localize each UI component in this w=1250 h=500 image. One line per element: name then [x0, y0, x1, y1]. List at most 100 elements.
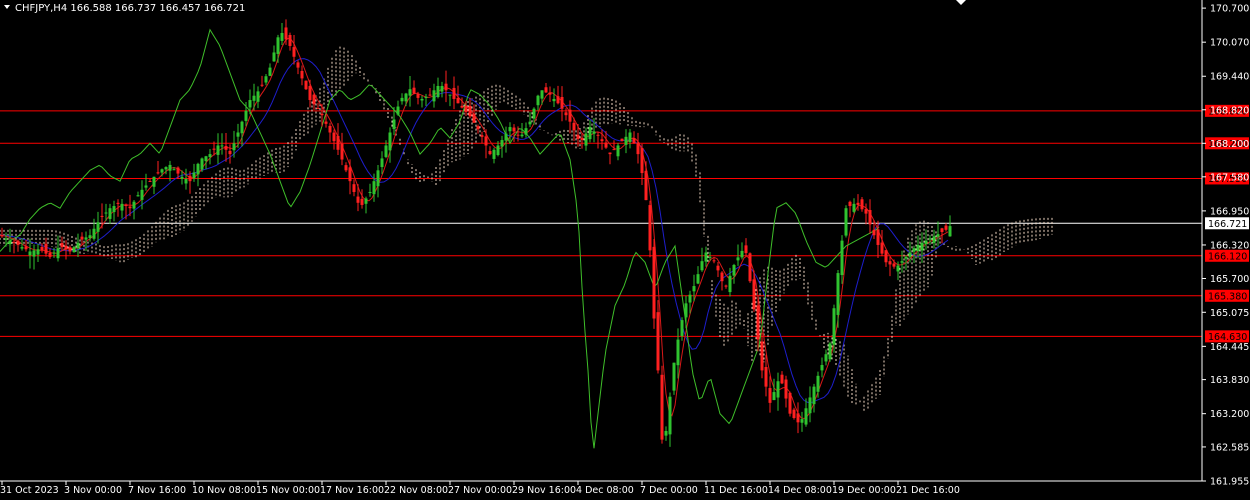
chart-window[interactable]: 168.800 168.200 167.550 166.120 165.380 164.6…	[0, 0, 1250, 500]
indicator-lines	[0, 28, 949, 449]
candle-body	[492, 149, 496, 159]
chart-shift-marker-icon[interactable]	[956, 0, 966, 5]
candle-body	[512, 127, 516, 132]
candle-body	[804, 408, 808, 425]
candle-body	[296, 62, 300, 68]
candle-body	[696, 274, 700, 284]
y-tick-label: 162.585	[1210, 442, 1249, 453]
candle-body	[244, 110, 248, 121]
candle-body	[904, 256, 908, 259]
candle-body	[460, 105, 464, 108]
x-tick-label: 15 Nov 00:00	[256, 485, 320, 496]
candle-body	[260, 84, 264, 86]
y-tick-label: 166.320	[1210, 240, 1249, 251]
candle-body	[280, 32, 284, 41]
candle-body	[944, 225, 948, 230]
candle-body	[184, 178, 188, 184]
candle-body	[816, 375, 820, 392]
candle-body	[732, 264, 736, 276]
candle-body	[84, 237, 88, 240]
y-tick-label: 165.700	[1210, 274, 1249, 285]
candle-body	[940, 228, 944, 232]
candle-body	[200, 158, 204, 170]
candle-body	[92, 228, 96, 239]
dropdown-arrow-icon[interactable]	[4, 5, 10, 9]
candle-body	[868, 210, 872, 225]
candle-body	[428, 94, 432, 96]
candle-body	[788, 392, 792, 414]
candle-body	[872, 229, 876, 236]
candle-body	[164, 167, 168, 170]
candle-body	[52, 252, 56, 254]
candle-body	[576, 134, 580, 139]
candle-body	[908, 252, 912, 257]
candle-body	[308, 85, 312, 101]
candle-body	[948, 226, 952, 237]
candle-body	[744, 245, 748, 254]
candle-body	[400, 97, 404, 102]
candle-body	[412, 87, 416, 94]
candle-body	[288, 35, 292, 46]
x-tick-label: 4 Dec 08:00	[576, 485, 634, 496]
candle-body	[44, 243, 48, 254]
chart-title: CHFJPY,H4 166.588 166.737 166.457 166.72…	[15, 3, 245, 14]
y-tick-label: 170.070	[1210, 38, 1249, 49]
candle-body	[372, 181, 376, 195]
candle-body	[292, 47, 296, 57]
candle-body	[112, 206, 116, 213]
candle-body	[832, 308, 836, 345]
candle-body	[408, 89, 412, 96]
candle-body	[168, 164, 172, 171]
candle-body	[40, 246, 44, 251]
candle-body	[724, 285, 728, 287]
candle-body	[24, 246, 28, 250]
candle-body	[140, 189, 144, 200]
candle-body	[312, 94, 316, 105]
candle-body	[472, 113, 476, 123]
x-tick-label: 21 Dec 16:00	[896, 485, 960, 496]
candle-body	[852, 203, 856, 212]
candle-body	[612, 149, 616, 151]
candle-body	[660, 374, 664, 440]
current-price-label: 166.721	[1208, 219, 1247, 230]
candle-body	[784, 379, 788, 399]
y-tick-label: 165.075	[1210, 308, 1249, 319]
candle-body	[144, 185, 148, 188]
candle-body	[864, 209, 868, 214]
candle-body	[392, 119, 396, 130]
candle-body	[132, 201, 136, 209]
candle-body	[692, 286, 696, 292]
candle-body	[624, 136, 628, 145]
candle-body	[436, 85, 440, 98]
candle-body	[776, 381, 780, 398]
candle-body	[760, 341, 764, 371]
candle-body	[588, 127, 592, 140]
candle-body	[72, 247, 76, 253]
candle-body	[240, 121, 244, 134]
candle-body	[148, 181, 152, 183]
candle-body	[716, 265, 720, 271]
candle-body	[352, 184, 356, 192]
candle-body	[192, 172, 196, 179]
candle-body	[116, 202, 120, 204]
candle-body	[928, 238, 932, 240]
candle-body	[228, 150, 232, 155]
candle-body	[912, 248, 916, 252]
candle-body	[416, 94, 420, 98]
candle-body	[60, 243, 64, 248]
candle-body	[332, 132, 336, 142]
candle-body	[424, 96, 428, 99]
candle-body	[600, 139, 604, 142]
candle-body	[128, 206, 132, 209]
candle-body	[876, 229, 880, 245]
y-tick-label: 168.200	[1210, 139, 1249, 150]
candle-body	[884, 250, 888, 263]
candle-body	[604, 142, 608, 148]
candle-body	[80, 236, 84, 240]
candle-body	[504, 133, 508, 141]
candle-body	[748, 253, 752, 282]
candle-body	[360, 198, 364, 205]
price-chart[interactable]: 168.800168.200167.550166.120165.380164.6…	[0, 0, 1250, 500]
tenkan-sen-line	[0, 37, 949, 420]
candle-body	[108, 208, 112, 219]
